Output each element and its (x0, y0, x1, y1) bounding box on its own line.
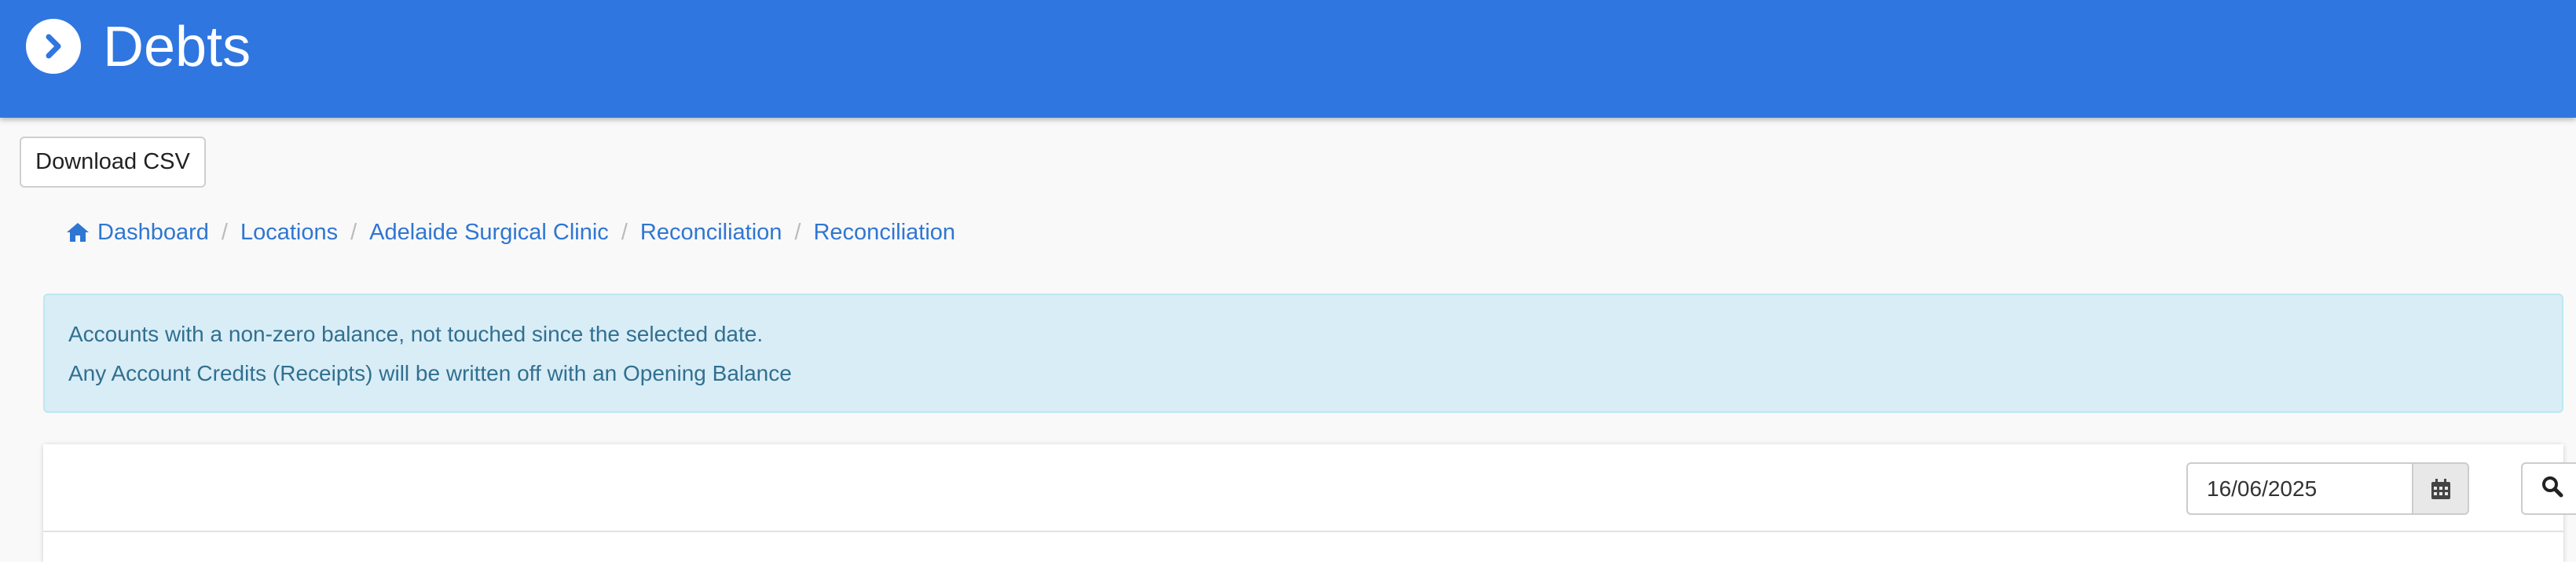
search-button[interactable] (2521, 462, 2576, 515)
breadcrumb: Dashboard / Locations / Adelaide Surgica… (66, 217, 955, 248)
info-alert: Accounts with a non-zero balance, not to… (43, 294, 2563, 413)
app-header: Debts (0, 0, 2576, 118)
calendar-icon[interactable] (2412, 462, 2469, 515)
breadcrumb-dashboard[interactable]: Dashboard (97, 220, 209, 246)
breadcrumb-separator: / (621, 219, 628, 245)
date-input[interactable] (2186, 462, 2412, 515)
breadcrumb-separator: / (794, 219, 801, 245)
breadcrumb-separator: / (221, 219, 228, 245)
breadcrumb-locations[interactable]: Locations (240, 220, 338, 246)
download-csv-button[interactable]: Download CSV (20, 137, 206, 188)
filter-panel (43, 444, 2576, 562)
alert-line-2: Any Account Credits (Receipts) will be w… (68, 361, 792, 385)
page-title: Debts (103, 16, 251, 78)
panel-divider (43, 531, 2563, 532)
search-icon (2541, 476, 2563, 502)
breadcrumb-location-name[interactable]: Adelaide Surgical Clinic (369, 220, 609, 246)
breadcrumb-reconciliation-current[interactable]: Reconciliation (813, 220, 955, 246)
breadcrumb-separator: / (350, 219, 357, 245)
home-icon[interactable] (66, 222, 90, 243)
chevron-right-circle-icon[interactable] (26, 19, 81, 74)
alert-line-1: Accounts with a non-zero balance, not to… (68, 322, 764, 346)
date-picker (2186, 462, 2513, 515)
breadcrumb-reconciliation[interactable]: Reconciliation (640, 220, 782, 246)
